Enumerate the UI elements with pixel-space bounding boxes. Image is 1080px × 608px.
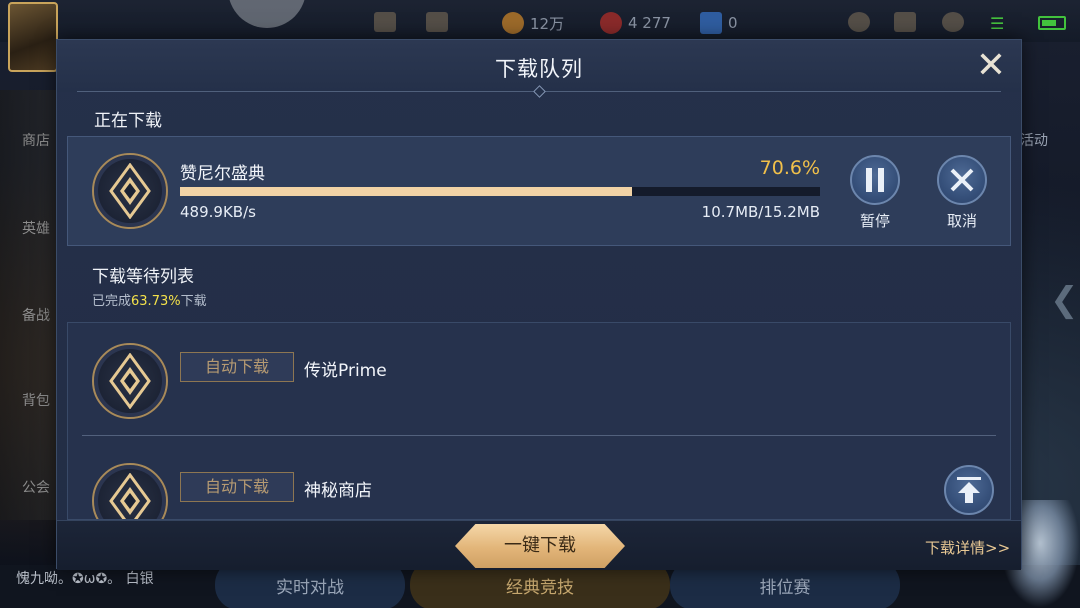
grid-icon[interactable]: [426, 12, 448, 32]
pause-button[interactable]: [850, 155, 900, 205]
wifi-icon: ☰: [990, 14, 1005, 33]
arrow-up-to-top-icon: [957, 477, 981, 503]
pause-label[interactable]: 暂停: [845, 210, 905, 231]
queue-section-label: 下载等待列表: [92, 267, 194, 287]
gems-counter: 4 277: [600, 12, 671, 34]
download-progress-fill: [180, 187, 632, 196]
dialog-title: 下载队列: [495, 57, 583, 81]
side-nav-heroes[interactable]: 英雄: [22, 218, 50, 238]
download-details-link[interactable]: 下载详情>>: [925, 537, 1010, 558]
voucher-counter: 0: [700, 12, 738, 34]
chat-preview[interactable]: 愧九呦。✪ω✪。 白银: [16, 568, 154, 588]
downloading-section-label: 正在下载: [94, 111, 162, 131]
queue-item-emblem-icon: [92, 463, 168, 519]
download-queue-dialog: 下载队列 ✕ 正在下载 赞尼尔盛典 70.6% 489.9KB/s 10.7MB…: [56, 39, 1022, 570]
auto-download-tag: 自动下载: [180, 352, 294, 382]
current-download-item: 赞尼尔盛典 70.6% 489.9KB/s 10.7MB/15.2MB 暂停 取…: [67, 136, 1011, 246]
divider-ornament: [533, 85, 546, 98]
current-percent: 70.6%: [759, 157, 820, 179]
side-nav-prepare[interactable]: 备战: [22, 305, 50, 325]
cancel-button[interactable]: [937, 155, 987, 205]
download-speed: 489.9KB/s: [180, 203, 256, 221]
player-avatar[interactable]: [8, 2, 58, 72]
dialog-footer: 一键下载 下载详情>>: [57, 520, 1021, 570]
close-button[interactable]: ✕: [973, 48, 1009, 84]
side-nav-shop[interactable]: 商店: [22, 130, 50, 150]
queue-item-name: 传说Prime: [304, 361, 387, 381]
download-progress-bar: [180, 187, 820, 196]
queue-item-name: 神秘商店: [304, 481, 372, 501]
cancel-label[interactable]: 取消: [932, 210, 992, 231]
settings-gear-icon[interactable]: [942, 12, 964, 32]
current-item-name: 赞尼尔盛典: [180, 164, 265, 184]
download-queue-list[interactable]: 自动下载 传说Prime 自动下载 神秘商店: [67, 322, 1011, 520]
gem-icon: [600, 12, 622, 34]
battery-icon: [1038, 16, 1066, 30]
tv-icon[interactable]: [374, 12, 396, 32]
side-nav-guild[interactable]: 公会: [22, 477, 50, 497]
queue-overall-progress: 已完成63.73%下载: [92, 294, 207, 309]
chevron-left-icon[interactable]: ❮: [1050, 280, 1079, 320]
dialog-header: 下载队列 ✕: [57, 40, 1021, 98]
move-to-top-button[interactable]: [944, 465, 994, 515]
pause-icon: [866, 168, 884, 192]
download-size: 10.7MB/15.2MB: [701, 203, 820, 221]
coins-counter: 12万: [502, 12, 564, 34]
side-nav-bag[interactable]: 背包: [22, 390, 50, 410]
one-click-download-button[interactable]: 一键下载: [455, 524, 625, 568]
coin-icon: [502, 12, 524, 34]
voucher-icon: [700, 12, 722, 34]
queue-item-emblem-icon: [92, 343, 168, 419]
auto-download-tag: 自动下载: [180, 472, 294, 502]
skin-pack-emblem-icon: [92, 153, 168, 229]
queue-divider: [82, 435, 996, 436]
friends-icon[interactable]: [848, 12, 870, 32]
cancel-x-icon: [950, 168, 974, 192]
events-label[interactable]: 活动: [1020, 130, 1048, 150]
mail-icon[interactable]: [894, 12, 916, 32]
